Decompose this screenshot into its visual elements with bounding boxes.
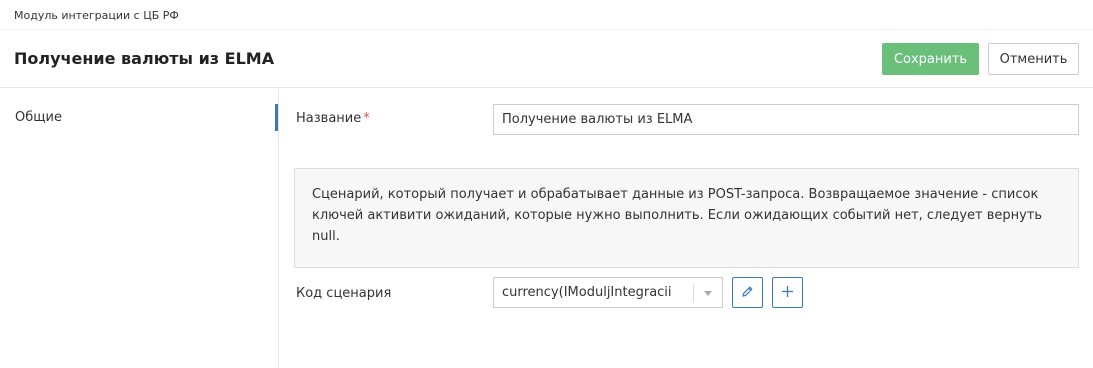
- save-button[interactable]: Сохранить: [882, 43, 979, 75]
- breadcrumb[interactable]: Модуль интеграции с ЦБ РФ: [14, 9, 179, 22]
- script-select-value: currency(IModuljIntegracii: [502, 285, 672, 300]
- select-divider: [693, 284, 694, 302]
- cancel-button[interactable]: Отменить: [988, 43, 1079, 75]
- required-mark: *: [363, 111, 370, 126]
- sidebar: Общие: [0, 89, 279, 368]
- name-label-text: Название: [296, 111, 362, 126]
- breadcrumb-bar: Модуль интеграции с ЦБ РФ: [0, 0, 1093, 30]
- page-header: Получение валюты из ELMA Сохранить Отмен…: [0, 31, 1093, 88]
- script-select[interactable]: currency(IModuljIntegracii: [493, 277, 723, 308]
- active-indicator: [275, 104, 278, 131]
- page-title: Получение валюты из ELMA: [14, 49, 275, 68]
- name-label: Название *: [296, 111, 370, 126]
- script-description: Сценарий, который получает и обрабатывае…: [294, 168, 1079, 268]
- sidebar-item-general[interactable]: Общие: [0, 104, 278, 131]
- script-label: Код сценария: [296, 286, 392, 301]
- pencil-icon: [741, 283, 754, 302]
- chevron-down-icon[interactable]: [699, 286, 717, 300]
- edit-script-button[interactable]: [732, 277, 763, 308]
- plus-icon: [781, 283, 794, 302]
- name-input[interactable]: [493, 104, 1079, 135]
- sidebar-item-label: Общие: [15, 110, 62, 125]
- add-script-button[interactable]: [772, 277, 803, 308]
